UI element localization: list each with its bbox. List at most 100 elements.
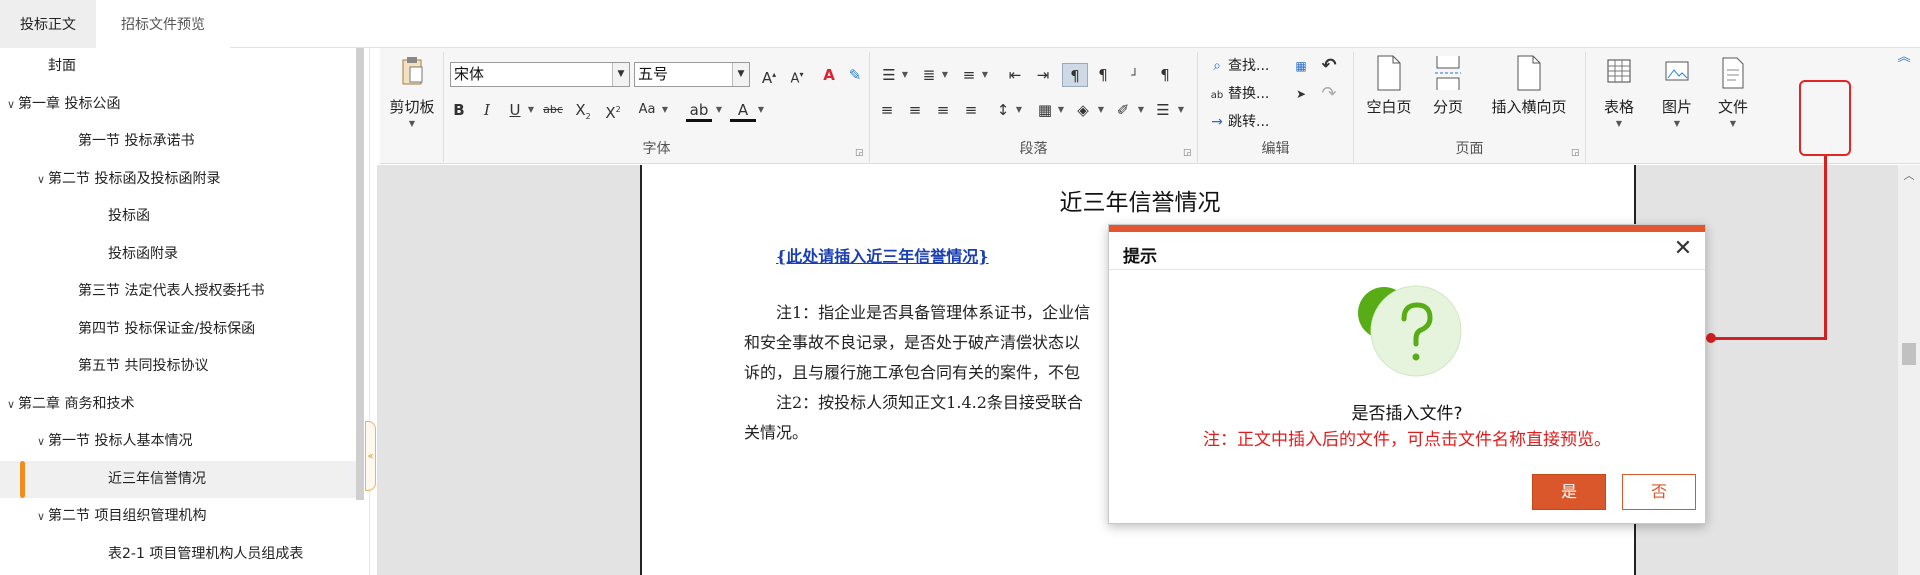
bullet-list-icon[interactable]: ☰ — [876, 63, 902, 87]
numbered-list-icon[interactable]: ≣ — [916, 63, 942, 87]
format-painter-icon[interactable]: ✎ — [842, 63, 868, 87]
find-button[interactable]: ⌕ 查找... — [1206, 54, 1269, 78]
chevron-down-icon: ▼ — [1673, 119, 1681, 128]
chevron-down-icon[interactable]: ▼ — [714, 98, 724, 122]
collapse-ribbon-icon[interactable]: ︽ — [1893, 48, 1915, 68]
clear-format-icon[interactable]: A — [816, 63, 842, 87]
align-center-icon[interactable]: ≡ — [902, 98, 928, 122]
subscript-icon[interactable]: X2 — [570, 98, 596, 122]
chevron-down-icon[interactable]: ∨ — [34, 423, 48, 460]
image-button[interactable]: 图片 ▼ — [1652, 54, 1702, 134]
tree-item-label: 第一章 投标公函 — [18, 96, 121, 112]
redo-icon[interactable]: ↷ — [1316, 82, 1342, 106]
tree-item[interactable]: 表2-1 项目管理机构人员组成表 — [0, 536, 357, 573]
font-name-select[interactable]: 宋体 ▼ — [450, 62, 630, 87]
show-marks-icon[interactable]: ¶ — [1062, 63, 1088, 87]
sidebar-collapse-handle[interactable]: « — [365, 421, 376, 491]
highlight-icon[interactable]: ab — [686, 98, 712, 122]
select-icon[interactable]: ▦ — [1288, 54, 1314, 78]
tree-item[interactable]: ∨ 第二节 项目组织管理机构 — [0, 498, 357, 535]
insert-landscape-button[interactable]: 插入横向页 — [1476, 54, 1582, 134]
chevron-down-icon[interactable]: ▼ — [980, 63, 990, 87]
chevron-down-icon[interactable]: ▼ — [1096, 98, 1106, 122]
paragraph-group: ☰ ▼ ≣ ▼ ≡ ▼ ⇤ ⇥ ¶ ¶ ┘ ¶ ≡ ≡ ≡ ≡ ↕ ▼ ▦ ▼ … — [870, 52, 1198, 162]
strikethrough-icon[interactable]: abc — [538, 98, 568, 122]
bold-icon[interactable]: B — [446, 98, 472, 122]
scroll-up-icon[interactable]: ︿ — [1898, 165, 1920, 187]
borders-icon[interactable]: ▦ — [1032, 98, 1058, 122]
chevron-down-icon[interactable]: ▼ — [526, 98, 536, 122]
chevron-down-icon[interactable]: ▼ — [1056, 98, 1066, 122]
tree-item[interactable]: 第一节 投标承诺书 — [0, 123, 357, 160]
column-break-icon[interactable]: ┘ — [1122, 63, 1148, 87]
tree-item[interactable]: 封面 — [0, 48, 357, 85]
align-left-icon[interactable]: ≡ — [874, 98, 900, 122]
paragraph-mark-icon[interactable]: ¶ — [1152, 63, 1178, 87]
font-color-icon[interactable]: A — [730, 98, 756, 122]
italic-icon[interactable]: I — [474, 98, 500, 122]
dialog-launcher-icon[interactable]: ◲ — [855, 148, 865, 158]
chevron-down-icon[interactable]: ▼ — [1136, 98, 1146, 122]
scroll-thumb[interactable] — [1902, 343, 1916, 365]
yes-button[interactable]: 是 — [1532, 474, 1606, 510]
chevron-down-icon[interactable]: ∨ — [34, 498, 48, 535]
font-size-value: 五号 — [638, 65, 669, 83]
decrease-indent-icon[interactable]: ⇤ — [1002, 63, 1028, 87]
chevron-down-icon[interactable]: ▼ — [756, 98, 766, 122]
page-break-button[interactable]: 分页 — [1428, 54, 1468, 134]
multilevel-list-icon[interactable]: ≡ — [956, 63, 982, 87]
dialog-launcher-icon[interactable]: ◲ — [1183, 148, 1193, 158]
tree-item[interactable]: ∨ 第一章 投标公函 — [0, 86, 357, 123]
chevron-down-icon[interactable]: ∨ — [4, 86, 18, 123]
chevron-down-icon[interactable]: ▼ — [900, 63, 910, 87]
chevron-down-icon[interactable]: ▼ — [1176, 98, 1186, 122]
close-icon[interactable]: ✕ — [1671, 237, 1695, 261]
goto-button[interactable]: → 跳转... — [1206, 110, 1269, 134]
superscript-icon[interactable]: X2 — [600, 98, 626, 122]
tree-item[interactable]: 第三节 法定代表人授权委托书 — [0, 273, 357, 310]
grow-font-icon[interactable]: A▴ — [756, 63, 782, 87]
document-scrollbar[interactable]: ︿ — [1898, 165, 1920, 575]
blank-page-button[interactable]: 空白页 — [1358, 54, 1420, 134]
line-spacing-icon[interactable]: ↕ — [990, 98, 1016, 122]
chevron-down-icon[interactable]: ∨ — [34, 161, 48, 198]
tree-item-active[interactable]: 近三年信誉情况 — [0, 461, 357, 498]
align-right-icon[interactable]: ≡ — [930, 98, 956, 122]
font-size-select[interactable]: 五号 ▼ — [634, 62, 750, 87]
tree-item[interactable]: 投标函 — [0, 198, 357, 235]
edit-border-icon[interactable]: ✐ — [1110, 98, 1136, 122]
change-case-icon[interactable]: Aa — [632, 98, 662, 122]
insert-placeholder-link[interactable]: {此处请插入近三年信誉情况} — [776, 243, 989, 267]
page-break-icon — [1435, 56, 1461, 90]
tab-bid-body[interactable]: 投标正文 — [0, 0, 96, 48]
tree-item[interactable]: 第四节 投标保证金/投标保函 — [0, 311, 357, 348]
pointer-icon[interactable]: ➤ — [1288, 82, 1314, 106]
chevron-down-icon[interactable]: ∨ — [4, 386, 18, 423]
tab-tender-preview[interactable]: 招标文件预览 — [96, 0, 230, 48]
tree-item[interactable]: ∨ 第二节 投标函及投标函附录 — [0, 161, 357, 198]
ltr-icon[interactable]: ¶ — [1090, 63, 1116, 87]
dialog-launcher-icon[interactable]: ◲ — [1571, 148, 1581, 158]
underline-icon[interactable]: U — [502, 98, 528, 122]
chevron-down-icon: ▼ — [1615, 119, 1623, 128]
file-button[interactable]: 文件 ▼ — [1708, 54, 1758, 134]
shrink-font-icon[interactable]: A▾ — [784, 63, 810, 87]
tree-item[interactable]: ∨ 第一节 投标人基本情况 — [0, 423, 357, 460]
increase-indent-icon[interactable]: ⇥ — [1030, 63, 1056, 87]
shading-icon[interactable]: ◈ — [1070, 98, 1096, 122]
sidebar-scrollbar[interactable] — [356, 48, 364, 500]
tree-item[interactable]: 投标函附录 — [0, 236, 357, 273]
no-button[interactable]: 否 — [1622, 474, 1696, 510]
justify-icon[interactable]: ≡ — [958, 98, 984, 122]
table-button[interactable]: 表格 ▼ — [1594, 54, 1644, 134]
line-style-icon[interactable]: ☰ — [1150, 98, 1176, 122]
undo-icon[interactable]: ↶ — [1316, 54, 1342, 78]
tree-item[interactable]: ∨ 第二章 商务和技术 — [0, 386, 357, 423]
clipboard-button[interactable]: 剪切板 ▼ — [382, 54, 442, 134]
chevron-down-icon[interactable]: ▼ — [1014, 98, 1024, 122]
tree-item[interactable]: 第五节 共同投标协议 — [0, 348, 357, 385]
replace-button[interactable]: ab 替换... — [1206, 82, 1270, 106]
chevron-down-icon[interactable]: ▼ — [940, 63, 950, 87]
edit-group: ⌕ 查找... ab 替换... → 跳转... ▦ ↶ ➤ ↷ 编辑 — [1198, 52, 1354, 162]
chevron-down-icon[interactable]: ▼ — [660, 98, 670, 122]
